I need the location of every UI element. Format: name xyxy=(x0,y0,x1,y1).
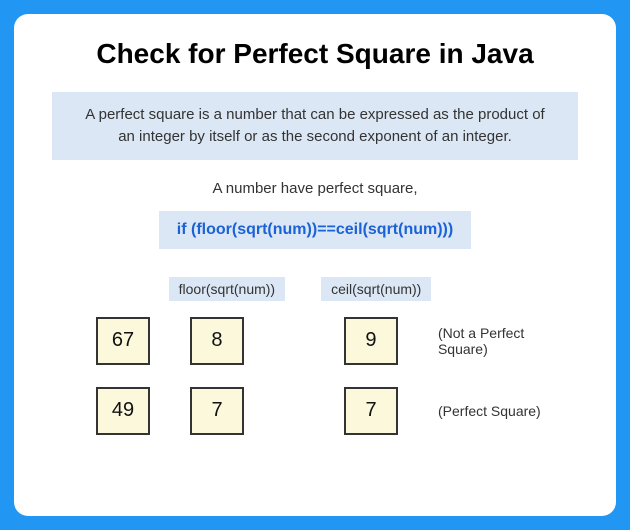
floor-column-label: floor(sqrt(num)) xyxy=(169,277,285,301)
example-row: 49 7 7 (Perfect Square) xyxy=(52,387,578,435)
input-number-box: 67 xyxy=(96,317,150,365)
content-card: Check for Perfect Square in Java A perfe… xyxy=(14,14,616,516)
subheading-text: A number have perfect square, xyxy=(212,180,417,197)
floor-result-box: 7 xyxy=(190,387,244,435)
ceil-result-box: 9 xyxy=(344,317,398,365)
page-title: Check for Perfect Square in Java xyxy=(96,38,533,70)
result-label: (Perfect Square) xyxy=(438,403,541,419)
result-label: (Not a Perfect Square) xyxy=(438,325,578,357)
example-row: 67 8 9 (Not a Perfect Square) xyxy=(52,317,578,365)
floor-result-box: 8 xyxy=(190,317,244,365)
input-number-box: 49 xyxy=(96,387,150,435)
condition-code: if (floor(sqrt(num))==ceil(sqrt(num))) xyxy=(159,211,471,249)
ceil-result-box: 7 xyxy=(344,387,398,435)
ceil-column-label: ceil(sqrt(num)) xyxy=(321,277,431,301)
column-labels-row: floor(sqrt(num)) ceil(sqrt(num)) xyxy=(169,277,432,301)
definition-box: A perfect square is a number that can be… xyxy=(52,92,578,160)
